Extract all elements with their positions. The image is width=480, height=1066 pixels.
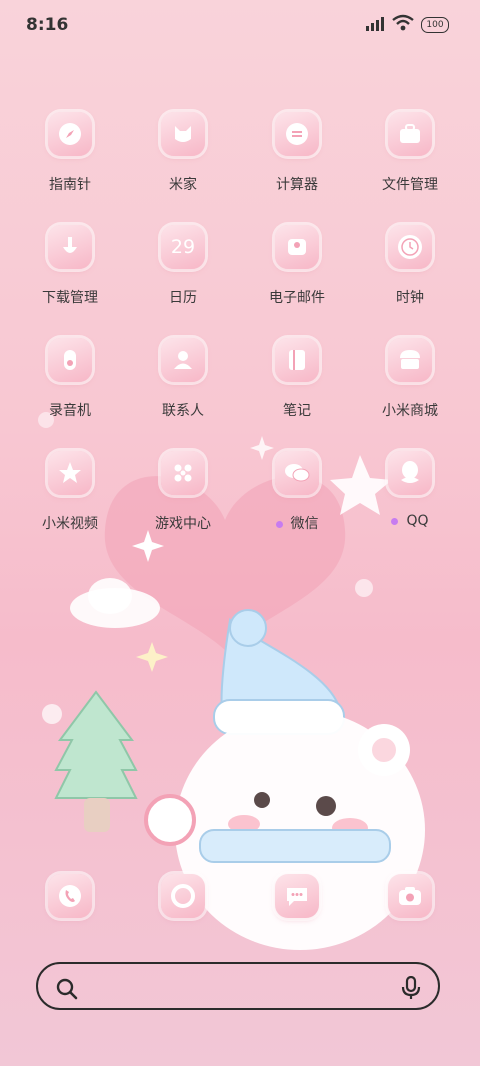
video-icon xyxy=(48,451,92,495)
contacts-icon xyxy=(161,338,205,382)
app-mi-video[interactable]: 小米视频 xyxy=(15,451,125,533)
calculator-icon xyxy=(275,112,319,156)
calendar-icon: 29 xyxy=(161,225,205,269)
app-calendar[interactable]: 29 日历 xyxy=(128,225,238,307)
app-contacts[interactable]: 联系人 xyxy=(128,338,238,420)
notes-icon xyxy=(275,338,319,382)
battery-indicator: 100 xyxy=(421,17,449,33)
phone-icon xyxy=(48,874,92,918)
new-install-dot xyxy=(391,517,399,525)
recorder-icon xyxy=(48,338,92,382)
app-game-center[interactable]: 游戏中心 xyxy=(128,451,238,533)
camera-icon xyxy=(388,874,432,918)
download-icon xyxy=(48,225,92,269)
wifi-icon xyxy=(392,14,414,31)
mijia-icon xyxy=(161,112,205,156)
mail-icon xyxy=(275,225,319,269)
game-center-icon xyxy=(161,451,205,495)
wechat-icon xyxy=(275,451,319,495)
store-icon xyxy=(388,338,432,382)
compass-icon xyxy=(48,112,92,156)
app-notes[interactable]: 笔记 xyxy=(242,338,352,420)
search-icon[interactable] xyxy=(56,978,78,1000)
app-compass[interactable]: 指南针 xyxy=(15,112,125,194)
qq-icon xyxy=(388,451,432,495)
microphone-icon[interactable] xyxy=(400,976,422,1000)
dock-browser[interactable] xyxy=(128,874,238,918)
cellular-signal-icon xyxy=(366,17,384,31)
search-bar[interactable] xyxy=(36,962,440,1010)
app-file-manager[interactable]: 文件管理 xyxy=(355,112,465,194)
status-bar: 8:16 100 xyxy=(0,0,480,52)
app-wechat[interactable]: 微信 xyxy=(242,451,352,533)
app-recorder[interactable]: 录音机 xyxy=(15,338,125,420)
app-calculator[interactable]: 计算器 xyxy=(242,112,352,194)
dock-camera[interactable] xyxy=(355,874,465,918)
app-mijia[interactable]: 米家 xyxy=(128,112,238,194)
dock-messages[interactable] xyxy=(242,874,352,918)
status-time: 8:16 xyxy=(26,15,69,35)
app-email[interactable]: 电子邮件 xyxy=(242,225,352,307)
messages-icon xyxy=(275,874,319,918)
app-mi-store[interactable]: 小米商城 xyxy=(355,338,465,420)
new-install-dot xyxy=(275,520,283,528)
app-download-manager[interactable]: 下载管理 xyxy=(15,225,125,307)
app-qq[interactable]: QQ xyxy=(355,451,465,529)
app-clock[interactable]: 时钟 xyxy=(355,225,465,307)
calendar-date: 29 xyxy=(170,236,196,258)
browser-icon xyxy=(161,874,205,918)
clock-icon xyxy=(388,225,432,269)
dock-phone[interactable] xyxy=(15,874,125,918)
briefcase-icon xyxy=(388,112,432,156)
